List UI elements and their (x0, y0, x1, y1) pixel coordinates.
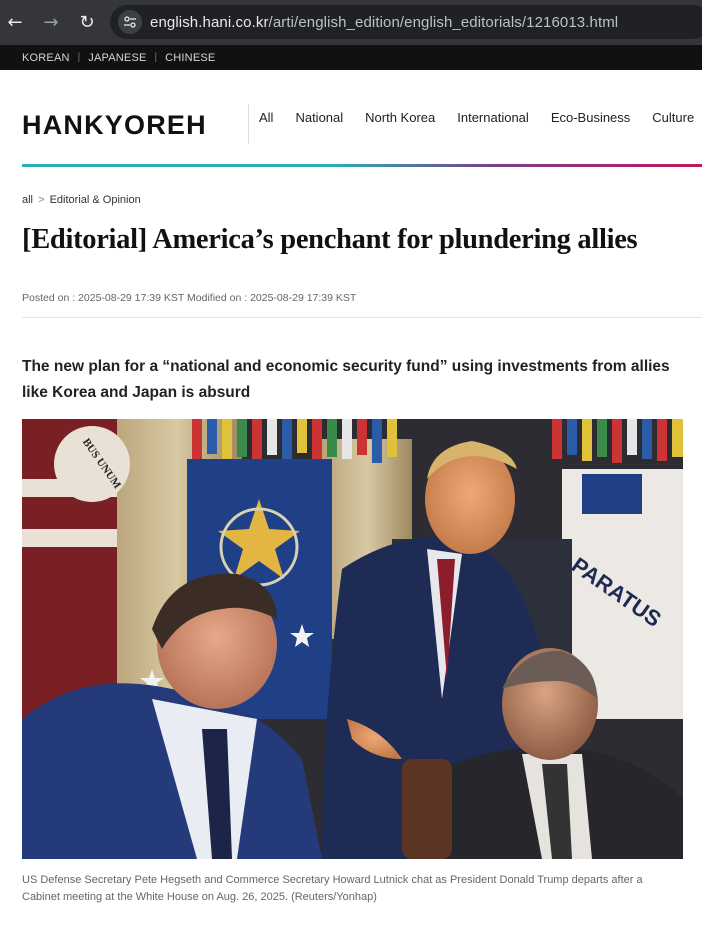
site-header: HANKYOREH All National North Korea Inter… (0, 70, 702, 168)
modified-label: Modified on : (187, 292, 248, 304)
posted-date: 2025-08-29 17:39 KST (78, 292, 185, 304)
nav-item-culture[interactable]: Culture (652, 110, 694, 125)
photo-illustration: BUS UNUM PARATUS (22, 419, 683, 859)
reload-icon[interactable]: ↻ (74, 10, 100, 36)
modified-date: 2025-08-29 17:39 KST (250, 292, 357, 304)
back-arrow-icon[interactable]: ← (2, 10, 28, 36)
article-title: [Editorial] America’s penchant for plund… (22, 224, 638, 255)
lang-link-chinese[interactable]: CHINESE (165, 52, 215, 64)
breadcrumb-separator: > (38, 194, 45, 206)
nav-item-national[interactable]: National (295, 110, 343, 125)
url-path: /arti/english_edition/english_editorials… (268, 13, 619, 31)
url-host: english.hani.co.kr (150, 13, 269, 31)
forward-arrow-icon[interactable]: → (38, 10, 64, 36)
site-info-icon[interactable] (118, 10, 142, 34)
breadcrumb-editorial-opinion[interactable]: Editorial & Opinion (50, 194, 141, 206)
article-dates: Posted on : 2025-08-29 17:39 KST Modifie… (22, 292, 356, 304)
nav-item-international[interactable]: International (457, 110, 529, 125)
article-subhead: The new plan for a “national and economi… (22, 358, 670, 401)
lang-link-japanese[interactable]: JAPANESE (88, 52, 146, 64)
language-bar: KOREAN | JAPANESE | CHINESE (0, 45, 702, 70)
photo-caption: US Defense Secretary Pete Hegseth and Co… (22, 874, 643, 903)
posted-label: Posted on : (22, 292, 76, 304)
nav-item-eco-business[interactable]: Eco-Business (551, 110, 630, 125)
address-bar[interactable]: english.hani.co.kr/arti/english_edition/… (110, 5, 702, 39)
site-logo[interactable]: HANKYOREH (22, 110, 207, 141)
url-text[interactable]: english.hani.co.kr/arti/english_edition/… (150, 14, 618, 31)
nav-item-all[interactable]: All (259, 110, 273, 125)
nav-item-north-korea[interactable]: North Korea (365, 110, 435, 125)
lang-separator: | (154, 52, 158, 63)
article-photo: BUS UNUM PARATUS (22, 419, 683, 859)
browser-toolbar: ← → ↻ english.hani.co.kr/arti/english_ed… (0, 0, 702, 45)
header-accent-line (22, 164, 702, 167)
main-nav: All National North Korea International E… (259, 110, 702, 125)
article-divider (22, 317, 702, 318)
lang-link-korean[interactable]: KOREAN (22, 52, 70, 64)
header-divider (248, 104, 249, 144)
breadcrumb-all[interactable]: all (22, 194, 33, 206)
lang-separator: | (77, 52, 81, 63)
breadcrumb: all > Editorial & Opinion (22, 194, 141, 206)
